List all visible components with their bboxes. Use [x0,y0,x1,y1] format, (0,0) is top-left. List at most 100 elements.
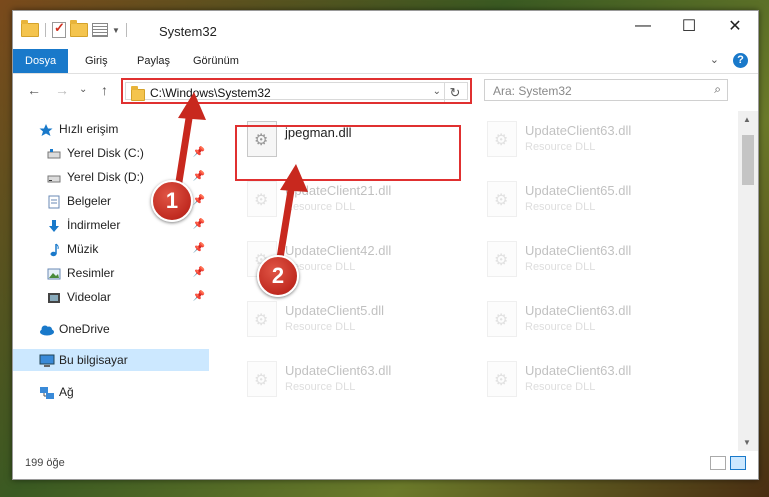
sidebar-item-local-disk-c[interactable]: Yerel Disk (C:) 📌 [47,142,209,164]
file-name: UpdateClient21.dll [285,183,392,198]
explorer-window: ▼ System32 — ☐ ✕ Dosya Giriş Paylaş Görü… [12,10,759,480]
sidebar-item-music[interactable]: Müzik 📌 [47,238,209,260]
expand-ribbon-icon[interactable]: ⌄ [710,53,719,68]
address-bar[interactable]: C:\Windows\System32 ⌄ ↻ [121,78,472,104]
close-button[interactable]: ✕ [712,11,758,41]
file-item[interactable]: UpdateClient5.dll Resource DLL [237,297,457,353]
file-type: Resource DLL [285,321,356,333]
vertical-scrollbar[interactable]: ▲ ▼ [738,111,758,451]
pin-icon[interactable]: 📌 [193,166,205,188]
sidebar-item-onedrive[interactable]: OneDrive [39,318,110,340]
sidebar-item-label: Yerel Disk (C:) [67,146,144,160]
file-type: Resource DLL [525,321,596,333]
sidebar-item-label: Müzik [67,242,99,256]
status-bar: 199 öğe [13,451,758,479]
search-box[interactable]: ⌕ [484,79,728,101]
item-count: 199 öğe [25,457,65,469]
file-name: UpdateClient63.dll [525,123,632,138]
search-input[interactable] [491,82,695,100]
pin-icon[interactable]: 📌 [193,238,205,260]
dll-file-icon [487,241,517,277]
tab-share[interactable]: Paylaş [125,49,182,73]
file-type: Resource DLL [285,201,356,213]
address-field[interactable]: C:\Windows\System32 ⌄ ↻ [125,82,468,102]
maximize-button[interactable]: ☐ [666,11,712,41]
star-icon [39,122,53,136]
pin-icon[interactable]: 📌 [193,142,205,164]
scrollbar-thumb[interactable] [742,135,754,185]
navigation-bar: ← → ⌄ ↑ C:\Windows\System32 ⌄ ↻ ⌕ [13,74,758,108]
sidebar-item-this-pc[interactable]: Bu bilgisayar [13,349,209,371]
tab-file[interactable]: Dosya [13,49,69,73]
sidebar-item-videos[interactable]: Videolar 📌 [47,286,209,308]
forward-arrow-icon[interactable]: → [55,82,69,98]
file-item[interactable]: UpdateClient63.dll Resource DLL [477,237,697,293]
large-icons-view-icon[interactable] [730,456,746,470]
sidebar-item-label: Videolar [67,290,111,304]
details-view-icon[interactable] [710,456,726,470]
recent-locations-icon[interactable]: ⌄ [79,84,87,95]
file-highlight-box [235,125,461,181]
sidebar-item-label: İndirmeler [67,218,121,232]
properties-check-icon[interactable] [52,20,66,38]
title-bar: ▼ System32 — ☐ ✕ [13,11,758,49]
pin-icon[interactable]: 📌 [193,286,205,308]
file-item[interactable]: UpdateClient63.dll Resource DLL [477,117,697,173]
sidebar-item-label: Bu bilgisayar [59,353,128,367]
sidebar-item-label: OneDrive [59,322,110,336]
step-2-badge: 2 [257,255,299,297]
file-item[interactable]: UpdateClient63.dll Resource DLL [477,357,697,413]
address-dropdown-icon[interactable]: ⌄ [433,86,441,97]
file-item[interactable]: UpdateClient63.dll Resource DLL [477,297,697,353]
back-arrow-icon[interactable]: ← [27,82,41,98]
dll-file-icon [247,361,277,397]
customize-dropdown-icon[interactable]: ▼ [112,26,120,35]
scroll-up-icon[interactable]: ▲ [743,115,751,124]
documents-icon [47,194,61,209]
file-name: UpdateClient63.dll [285,363,392,378]
sidebar-item-network[interactable]: Ağ [39,381,74,403]
sidebar-item-pictures[interactable]: Resimler 📌 [47,262,209,284]
minimize-button[interactable]: — [620,11,666,41]
sidebar-item-quick-access[interactable]: Hızlı erişim [39,118,118,140]
drive-icon [47,146,61,160]
help-icon[interactable]: ? [733,53,748,68]
toolbar-divider [125,23,127,37]
navigation-pane: Hızlı erişim Yerel Disk (C:) 📌 Yerel Dis… [13,111,209,451]
file-name: UpdateClient5.dll [285,303,385,318]
file-item[interactable]: UpdateClient21.dll Resource DLL [237,177,457,233]
file-item[interactable]: UpdateClient65.dll Resource DLL [477,177,697,233]
refresh-icon[interactable]: ↻ [444,83,465,102]
file-name: UpdateClient63.dll [525,243,632,258]
sidebar-item-label: Ağ [59,385,74,399]
window-title: System32 [159,24,217,39]
tab-view[interactable]: Görünüm [181,49,251,73]
dll-file-icon [487,181,517,217]
tab-home[interactable]: Giriş [73,49,120,73]
scroll-down-icon[interactable]: ▼ [743,438,751,447]
dll-file-icon [247,181,277,217]
sidebar-item-label: Yerel Disk (D:) [67,170,144,184]
computer-icon [39,353,55,367]
file-name: UpdateClient63.dll [525,363,632,378]
network-icon [39,385,54,399]
address-path[interactable]: C:\Windows\System32 [150,86,271,100]
up-arrow-icon[interactable]: ↑ [101,82,108,98]
file-type: Resource DLL [525,261,596,273]
search-icon[interactable]: ⌕ [714,82,721,97]
pin-icon[interactable]: 📌 [193,262,205,284]
pin-icon[interactable]: 📌 [193,190,205,212]
cloud-icon [39,322,54,336]
new-folder-icon[interactable] [70,20,88,37]
sidebar-item-label: Resimler [67,266,115,280]
dll-file-icon [487,121,517,157]
file-item[interactable]: UpdateClient63.dll Resource DLL [237,357,457,413]
video-icon [47,290,61,304]
ribbon-tabs: Dosya Giriş Paylaş Görünüm ⌄ ? [13,49,758,74]
file-name: UpdateClient65.dll [525,183,632,198]
dll-file-icon [247,301,277,337]
properties-icon[interactable] [92,23,108,37]
dll-file-icon [487,301,517,337]
pin-icon[interactable]: 📌 [193,214,205,236]
pictures-icon [47,266,61,280]
